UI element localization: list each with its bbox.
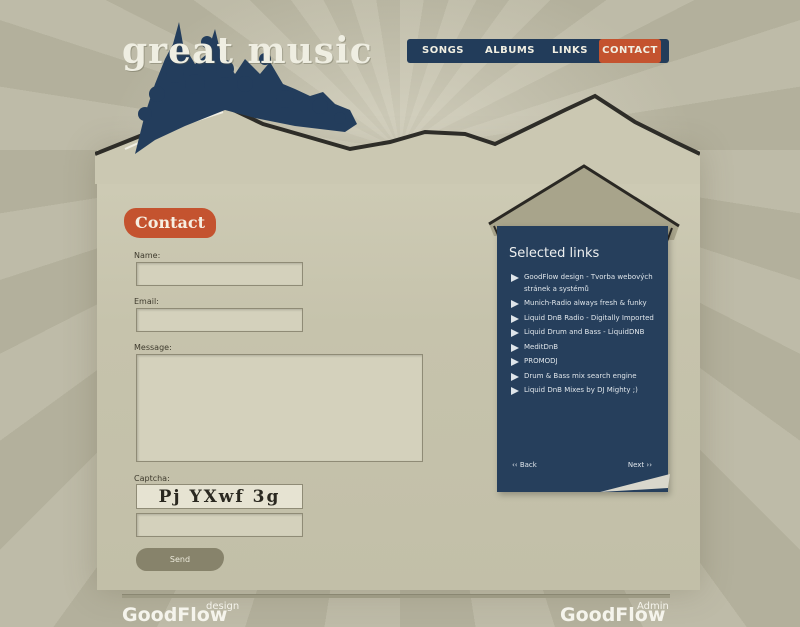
link-item-label[interactable]: Liquid Drum and Bass - LiquidDNB: [524, 328, 644, 336]
arrow-right-icon: [511, 329, 519, 337]
link-item-label[interactable]: Munich-Radio always fresh & funky: [524, 299, 647, 307]
site-logo[interactable]: great music: [122, 30, 373, 72]
pager-back-link[interactable]: ‹‹ Back: [512, 461, 537, 469]
arrow-right-icon: [511, 300, 519, 308]
link-item[interactable]: GoodFlow design - Tvorba webových stráne…: [511, 272, 661, 295]
link-item-label[interactable]: PROMODJ: [524, 357, 558, 365]
arrow-right-icon: [511, 274, 519, 282]
links-panel-title: Selected links: [509, 246, 600, 261]
name-field[interactable]: [136, 262, 303, 286]
link-item-label[interactable]: Liquid DnB Mixes by DJ Mighty ;): [524, 386, 638, 394]
link-item[interactable]: MeditDnB: [511, 342, 661, 354]
nav-item-songs[interactable]: SONGS: [407, 39, 479, 63]
link-item[interactable]: Drum & Bass mix search engine: [511, 371, 661, 383]
link-item-label[interactable]: Liquid DnB Radio - Digitally Imported: [524, 314, 654, 322]
send-button[interactable]: Send: [136, 548, 224, 571]
captcha-image: Pj YXwf 3g: [136, 484, 303, 509]
nav-item-links[interactable]: LINKS: [541, 39, 599, 63]
email-label: Email:: [134, 297, 159, 306]
footer-divider: [122, 594, 670, 598]
footer-right-sub: Admin: [637, 601, 669, 612]
arrow-right-icon: [511, 314, 519, 323]
contact-heading: Contact: [124, 208, 216, 238]
message-label: Message:: [134, 343, 172, 352]
main-nav: SONGS ALBUMS LINKS CONTACT: [407, 39, 669, 63]
link-item-label[interactable]: MeditDnB: [524, 343, 558, 351]
arrow-right-icon: [511, 387, 519, 395]
links-list: GoodFlow design - Tvorba webových stráne…: [511, 272, 661, 400]
arrow-right-icon: [511, 343, 519, 352]
link-item[interactable]: Liquid DnB Mixes by DJ Mighty ;): [511, 385, 661, 397]
link-item[interactable]: Liquid Drum and Bass - LiquidDNB: [511, 327, 661, 339]
arrow-right-icon: [511, 358, 519, 366]
link-item-label[interactable]: Drum & Bass mix search engine: [524, 372, 637, 380]
link-item-label[interactable]: GoodFlow design - Tvorba webových stráne…: [524, 273, 653, 293]
captcha-field[interactable]: [136, 513, 303, 537]
captcha-label: Captcha:: [134, 474, 170, 483]
footer-left-sub: design: [206, 601, 240, 612]
link-item[interactable]: PROMODJ: [511, 356, 661, 368]
link-item[interactable]: Liquid DnB Radio - Digitally Imported: [511, 313, 661, 325]
page-curl-decoration: [600, 474, 670, 492]
nav-item-contact[interactable]: CONTACT: [599, 39, 661, 63]
arrow-right-icon: [511, 372, 519, 381]
email-field[interactable]: [136, 308, 303, 332]
nav-item-albums[interactable]: ALBUMS: [479, 39, 541, 63]
pager-next-link[interactable]: Next ››: [628, 461, 652, 469]
name-label: Name:: [134, 251, 161, 260]
link-item[interactable]: Munich-Radio always fresh & funky: [511, 298, 661, 310]
message-field[interactable]: [136, 354, 423, 462]
links-panel: Selected links GoodFlow design - Tvorba …: [497, 226, 668, 492]
